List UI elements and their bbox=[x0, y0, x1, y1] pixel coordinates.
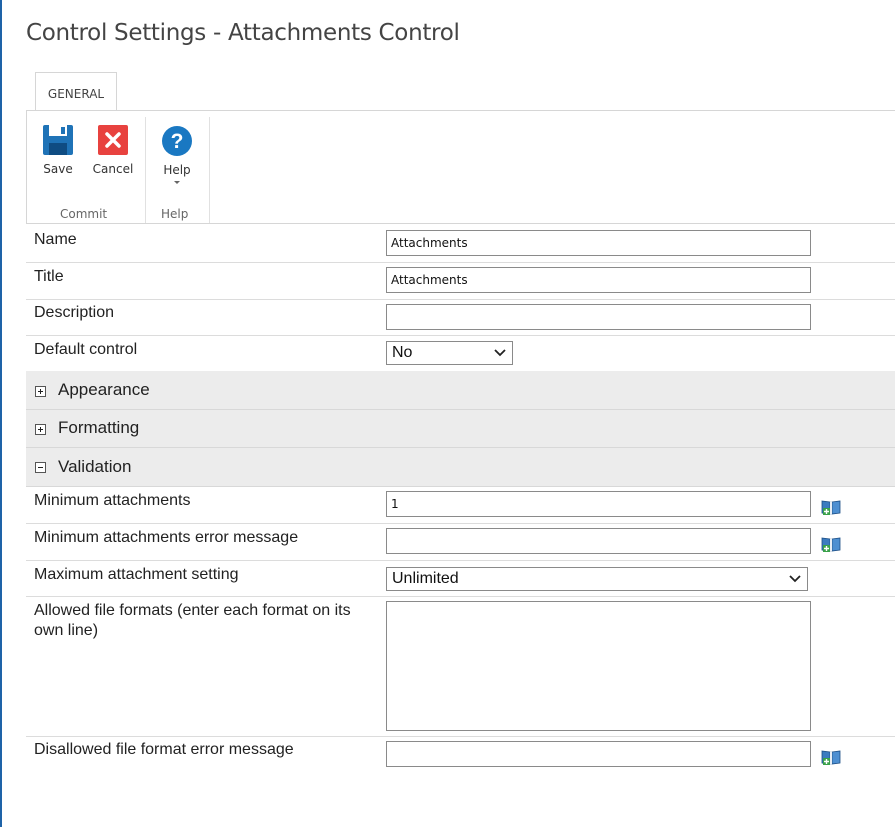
row-divider bbox=[26, 523, 895, 524]
row-divider bbox=[26, 335, 895, 336]
lookup-book-icon[interactable] bbox=[821, 749, 841, 766]
chevron-down-icon bbox=[494, 349, 506, 357]
lookup-book-icon[interactable] bbox=[821, 536, 841, 553]
chevron-down-icon bbox=[789, 575, 801, 583]
cancel-button[interactable]: Cancel bbox=[90, 124, 136, 176]
row-divider bbox=[26, 262, 895, 263]
save-button[interactable]: Save bbox=[38, 124, 78, 176]
default-control-select[interactable]: No bbox=[386, 341, 513, 365]
min-attachments-input[interactable]: 1 bbox=[386, 491, 811, 517]
expand-icon[interactable] bbox=[35, 386, 46, 397]
section-title: Formatting bbox=[58, 418, 140, 437]
disallowed-error-label: Disallowed file format error message bbox=[34, 741, 294, 758]
tab-general[interactable]: GENERAL bbox=[35, 72, 117, 111]
row-divider bbox=[26, 736, 895, 737]
help-icon: ? bbox=[162, 126, 192, 156]
lookup-book-icon[interactable] bbox=[821, 499, 841, 516]
row-divider bbox=[26, 596, 895, 597]
help-button[interactable]: ? Help bbox=[158, 125, 196, 184]
title-input[interactable]: Attachments bbox=[386, 267, 811, 293]
left-edge bbox=[0, 0, 2, 827]
expand-icon[interactable] bbox=[35, 424, 46, 435]
min-attachments-error-input[interactable] bbox=[386, 528, 811, 554]
default-control-value: No bbox=[392, 344, 413, 361]
ribbon bbox=[26, 111, 895, 224]
help-label: Help bbox=[163, 163, 191, 177]
row-divider bbox=[26, 299, 895, 300]
max-attachment-setting-select[interactable]: Unlimited bbox=[386, 567, 808, 591]
allowed-formats-label: Allowed file formats (enter each format … bbox=[34, 602, 351, 639]
min-attachments-error-label: Minimum attachments error message bbox=[34, 529, 299, 546]
section-appearance[interactable]: Appearance bbox=[26, 371, 895, 410]
section-validation[interactable]: Validation bbox=[26, 448, 895, 487]
section-title: Appearance bbox=[58, 380, 150, 399]
allowed-formats-textarea[interactable] bbox=[386, 601, 811, 731]
cancel-label: Cancel bbox=[92, 162, 134, 176]
row-divider bbox=[26, 560, 895, 561]
disallowed-error-input[interactable] bbox=[386, 741, 811, 767]
commit-group-label: Commit bbox=[60, 207, 108, 221]
max-attachment-setting-value: Unlimited bbox=[392, 570, 459, 587]
section-formatting[interactable]: Formatting bbox=[26, 410, 895, 448]
name-label: Name bbox=[34, 231, 77, 248]
name-input[interactable]: Attachments bbox=[386, 230, 811, 256]
ribbon-group-separator bbox=[145, 117, 146, 223]
description-input[interactable] bbox=[386, 304, 811, 330]
collapse-icon[interactable] bbox=[35, 462, 46, 473]
description-label: Description bbox=[34, 304, 115, 321]
cancel-icon bbox=[98, 125, 128, 155]
section-title: Validation bbox=[58, 457, 132, 476]
ribbon-group-separator bbox=[209, 117, 210, 223]
title-label: Title bbox=[34, 268, 64, 285]
help-group-label: Help bbox=[161, 207, 189, 221]
chevron-down-icon bbox=[174, 181, 180, 184]
save-label: Save bbox=[43, 162, 73, 176]
default-control-label: Default control bbox=[34, 341, 138, 358]
page-title: Control Settings - Attachments Control bbox=[26, 20, 460, 46]
max-attachment-setting-label: Maximum attachment setting bbox=[34, 566, 239, 583]
min-attachments-label: Minimum attachments bbox=[34, 492, 191, 509]
svg-text:?: ? bbox=[171, 130, 184, 153]
save-icon bbox=[43, 125, 73, 155]
